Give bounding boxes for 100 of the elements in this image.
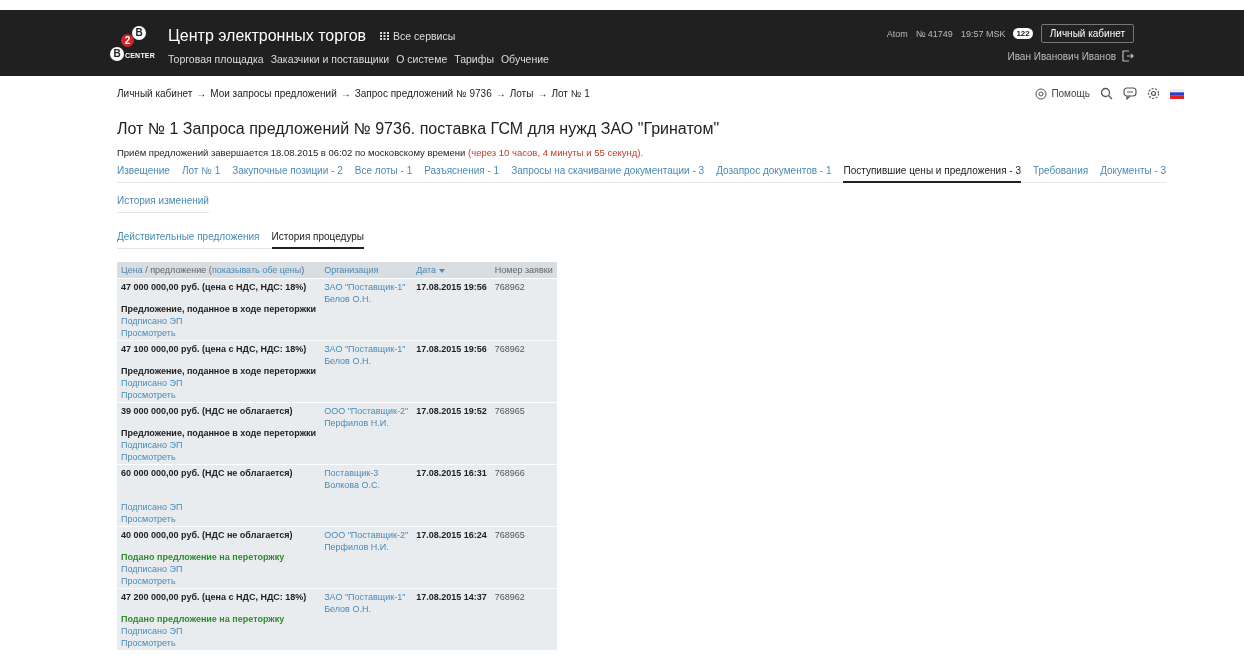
contact-person: Белов О.Н.	[324, 355, 372, 367]
grid-icon	[380, 32, 390, 40]
tab[interactable]: Запросы на скачивание документации - 3	[511, 165, 705, 183]
breadcrumb-arrow: →	[495, 88, 506, 99]
offer-price: 40 000 000,00 руб. (НДС не облагается)	[121, 529, 294, 541]
deadline-text: Приём предложений завершается 18.08.2015 в 06:02 по московскому времени (через 10 часов, 4 минуты и 55 секунд).	[117, 147, 645, 158]
application-number: 768965	[494, 530, 525, 540]
offer-date: 17.08.2015 19:52	[416, 406, 487, 416]
offer-status: Предложение, поданное в ходе переторжки	[121, 427, 317, 439]
column-sort-link[interactable]: Дата	[416, 265, 437, 275]
help-icon	[1035, 87, 1048, 100]
tab[interactable]: Разъяснения - 1	[424, 165, 500, 183]
breadcrumb-link[interactable]: Лоты	[509, 88, 534, 99]
help-link[interactable]: Помощь	[1035, 87, 1090, 100]
view-link[interactable]: Просмотреть	[121, 327, 317, 339]
breadcrumb-link[interactable]: Мои запросы предложений	[210, 88, 337, 99]
subtab[interactable]: Действительные предложения	[117, 231, 260, 249]
tab[interactable]: История изменений	[117, 195, 209, 213]
offer-price: 47 200 000,00 руб. (цена с НДС, НДС: 18%)	[121, 591, 308, 603]
breadcrumb-arrow: →	[196, 88, 207, 99]
column-header: Номер заявки	[494, 265, 553, 275]
offer-price: 60 000 000,00 руб. (НДС не облагается)	[121, 467, 294, 479]
signature-link[interactable]: Подписано ЭП	[121, 563, 317, 575]
site-title[interactable]: Центр электронных торгов	[168, 27, 367, 45]
offer-price: 47 000 000,00 руб. (цена с НДС, НДС: 18%)	[121, 281, 308, 293]
tab[interactable]: Дозапрос документов - 1	[716, 165, 832, 183]
breadcrumb-link[interactable]: Личный кабинет	[117, 88, 193, 99]
application-number: 768962	[494, 282, 525, 292]
application-number: 768965	[494, 406, 525, 416]
session-number: № 41749	[915, 28, 953, 39]
settings-icon[interactable]	[1147, 87, 1160, 100]
contact-person: Волкова О.С.	[324, 479, 381, 491]
offer-price: 47 100 000,00 руб. (цена с НДС, НДС: 18%)	[121, 343, 308, 355]
offer-date: 17.08.2015 19:56	[416, 282, 487, 292]
nav-link[interactable]: О системе	[396, 53, 448, 65]
search-icon[interactable]	[1100, 87, 1113, 100]
breadcrumb-link[interactable]: Лот № 1	[551, 88, 590, 99]
all-services-link[interactable]: Все сервисы	[380, 30, 456, 42]
offer-status: Подано предложение на переторжку	[121, 551, 286, 563]
tab[interactable]: Требования	[1033, 165, 1089, 183]
breadcrumb-arrow: →	[537, 88, 548, 99]
organization-link[interactable]: ООО "Поставщик-2"	[324, 405, 409, 417]
sort-desc-icon[interactable]	[439, 268, 446, 273]
nav-link[interactable]: Заказчики и поставщики	[270, 53, 390, 65]
contact-person: Белов О.Н.	[324, 603, 372, 615]
offer-date: 17.08.2015 19:56	[416, 344, 487, 354]
subtab[interactable]: История процедуры	[271, 231, 365, 249]
column-header: Цена / предложение (показывать обе цены)	[121, 265, 305, 275]
organization-link[interactable]: Поставщик-3	[324, 467, 409, 479]
tab[interactable]: Извещение	[117, 165, 170, 183]
offer-price: 39 000 000,00 руб. (НДС не облагается)	[121, 405, 294, 417]
view-link[interactable]: Просмотреть	[121, 513, 317, 525]
clock-time: 19:57 MSK	[960, 28, 1006, 39]
view-link[interactable]: Просмотреть	[121, 575, 317, 587]
organization-link[interactable]: ЗАО "Поставщик-1"	[324, 281, 409, 293]
signature-link[interactable]: Подписано ЭП	[121, 501, 317, 513]
signature-link[interactable]: Подписано ЭП	[121, 625, 317, 637]
application-number: 768966	[494, 468, 525, 478]
offer-date: 17.08.2015 16:24	[416, 530, 487, 540]
tab[interactable]: Все лоты - 1	[354, 165, 413, 183]
flag-icon[interactable]	[1170, 88, 1184, 99]
application-number: 768962	[494, 344, 525, 354]
platform-label: Atom	[886, 28, 908, 39]
organization-link[interactable]: ЗАО "Поставщик-1"	[324, 343, 409, 355]
logo-letter: B	[132, 26, 146, 40]
view-link[interactable]: Просмотреть	[121, 451, 317, 463]
contact-person: Белов О.Н.	[324, 293, 372, 305]
nav-link[interactable]: Обучение	[500, 53, 549, 65]
view-link[interactable]: Просмотреть	[121, 637, 317, 649]
offer-status: Предложение, поданное в ходе переторжки	[121, 303, 317, 315]
signature-link[interactable]: Подписано ЭП	[121, 377, 317, 389]
nav-link[interactable]: Торговая площадка	[168, 53, 264, 65]
messages-counter[interactable]: 122	[1013, 28, 1033, 39]
breadcrumb-arrow: →	[340, 88, 351, 99]
tab[interactable]: Поступившие цены и предложения - 3	[843, 165, 1021, 183]
offer-date: 17.08.2015 16:31	[416, 468, 487, 478]
tab[interactable]: Закупочные позиции - 2	[232, 165, 343, 183]
user-name[interactable]: Иван Иванович Иванов	[1007, 50, 1116, 62]
tab[interactable]: Лот № 1	[181, 165, 221, 183]
organization-link[interactable]: ООО "Поставщик-2"	[324, 529, 409, 541]
breadcrumb-link[interactable]: Запрос предложений № 9736	[354, 88, 492, 99]
organization-link[interactable]: ЗАО "Поставщик-1"	[324, 591, 409, 603]
nav-link[interactable]: Тарифы	[454, 53, 494, 65]
lot-title: Лот № 1 Запроса предложений № 9736. поставка ГСМ для нужд ЗАО "Гринатом"	[117, 120, 721, 138]
offer-status: Подано предложение на переторжку	[121, 613, 286, 625]
offer-status: Предложение, поданное в ходе переторжки	[121, 365, 317, 377]
logo-letter: B	[110, 47, 124, 61]
contact-person: Перфилов Н.И.	[324, 541, 390, 553]
logo-badge: 2	[121, 34, 134, 47]
column-sort-link[interactable]: Цена	[121, 265, 143, 275]
offer-date: 17.08.2015 14:37	[416, 592, 487, 602]
tab[interactable]: Документы - 3	[1100, 165, 1167, 183]
chat-icon[interactable]	[1123, 87, 1137, 100]
application-number: 768962	[494, 592, 525, 602]
contact-person: Перфилов Н.И.	[324, 417, 390, 429]
logout-icon[interactable]	[1122, 50, 1134, 62]
cabinet-button[interactable]: Личный кабинет	[1040, 24, 1134, 43]
view-link[interactable]: Просмотреть	[121, 389, 317, 401]
signature-link[interactable]: Подписано ЭП	[121, 439, 317, 451]
signature-link[interactable]: Подписано ЭП	[121, 315, 317, 327]
